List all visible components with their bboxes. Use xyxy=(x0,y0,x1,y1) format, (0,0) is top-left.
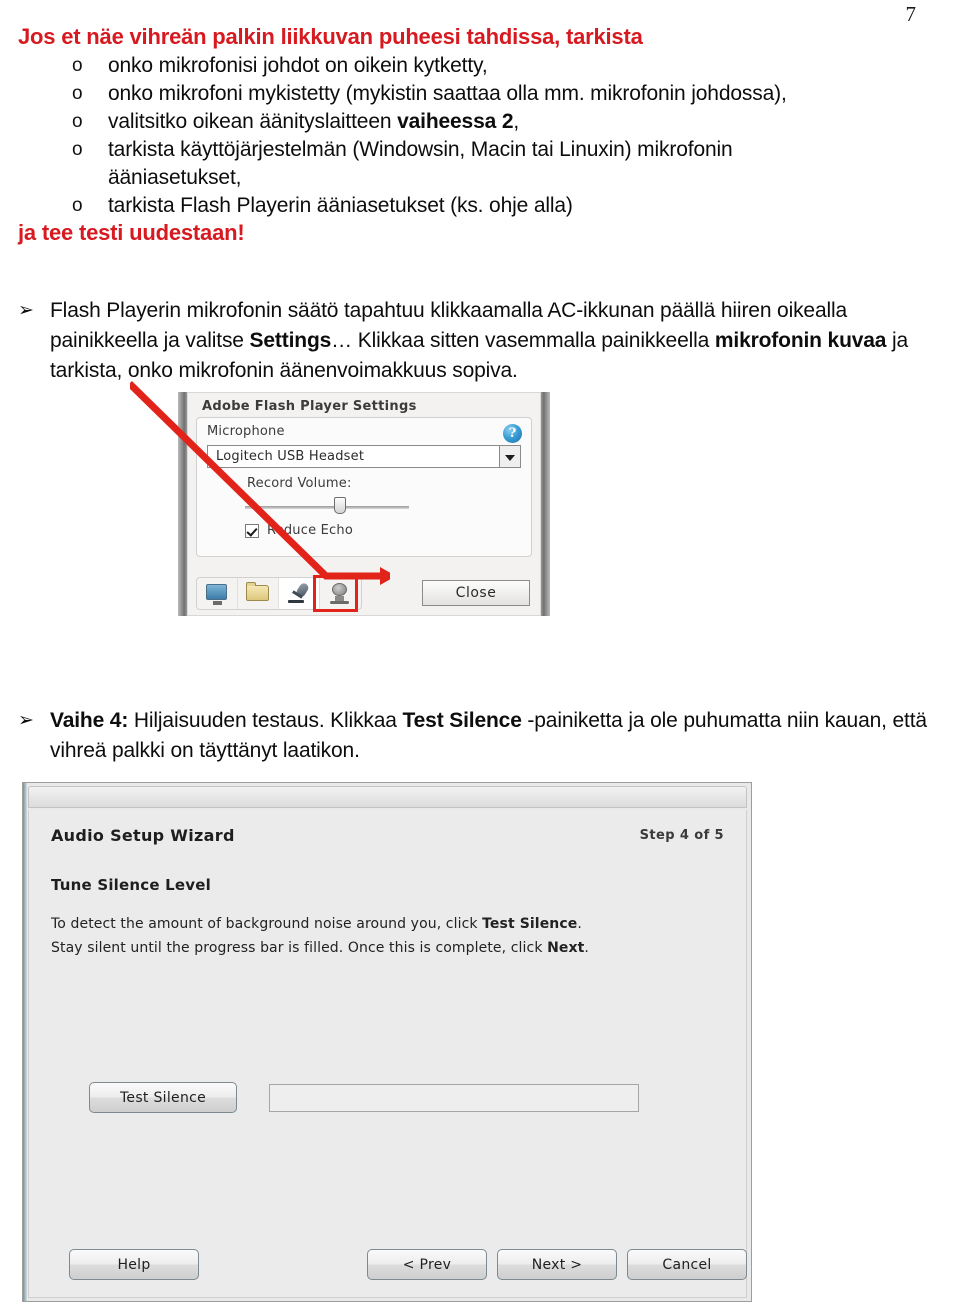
paragraph-part: Hiljaisuuden testaus. Klikkaa xyxy=(128,709,403,732)
red-heading-top: Jos et näe vihreän palkin liikkuvan puhe… xyxy=(18,24,643,49)
wizard-test-row: Test Silence xyxy=(29,1082,746,1116)
reduce-echo-row[interactable]: Reduce Echo xyxy=(245,523,521,541)
screenshot-right-edge xyxy=(541,392,550,616)
list-item-label-bold: vaiheessa 2 xyxy=(397,110,514,133)
page-number: 7 xyxy=(905,2,917,26)
record-volume-slider[interactable] xyxy=(245,497,521,515)
wizard-title-bar xyxy=(28,786,747,808)
list-item-label-prefix: valitsitko oikean äänityslaitteen xyxy=(108,110,398,133)
audio-setup-wizard-screenshot: Audio Setup Wizard Step 4 of 5 Tune Sile… xyxy=(22,782,752,1302)
paragraph-bold-mic-image: mikrofonin kuvaa xyxy=(714,329,887,352)
list-item-label: tarkista käyttöjärjestelmän (Windowsin, … xyxy=(108,138,733,161)
cancel-button[interactable]: Cancel xyxy=(627,1249,747,1280)
wizard-footer-divider xyxy=(31,1238,744,1239)
wizard-title: Audio Setup Wizard xyxy=(51,826,235,845)
help-icon[interactable]: ? xyxy=(503,424,522,443)
wizard-instruction-line-2: Stay silent until the progress bar is fi… xyxy=(29,936,746,960)
circle-bullet-icon: o xyxy=(72,55,83,76)
instruction-bold-next: Next xyxy=(547,940,585,956)
wizard-body: Audio Setup Wizard Step 4 of 5 Tune Sile… xyxy=(28,810,747,1298)
display-icon xyxy=(206,584,227,605)
microphone-device-value: Logitech USB Headset xyxy=(216,449,365,464)
flash-player-settings-screenshot: Adobe Flash Player Settings Microphone ?… xyxy=(178,392,550,616)
help-button[interactable]: Help xyxy=(69,1249,199,1280)
test-silence-button[interactable]: Test Silence xyxy=(89,1082,237,1113)
instruction-text: To detect the amount of background noise… xyxy=(51,916,483,932)
paragraph-bold-settings: Settings xyxy=(249,329,332,352)
close-button[interactable]: Close xyxy=(422,580,530,606)
screenshot-left-edge xyxy=(178,392,187,616)
wizard-footer-buttons: Help < Prev Next > Cancel xyxy=(29,1249,747,1283)
instruction-text: Stay silent until the progress bar is fi… xyxy=(51,940,548,956)
arrow-bullet-icon: ➢ xyxy=(18,710,34,731)
slider-thumb[interactable] xyxy=(334,497,346,514)
next-button[interactable]: Next > xyxy=(497,1249,617,1280)
slider-track xyxy=(245,506,409,509)
arrow-bullet-icon: ➢ xyxy=(18,300,34,321)
instruction-text: . xyxy=(577,916,582,932)
record-volume-label: Record Volume: xyxy=(247,476,352,491)
wizard-left-edge xyxy=(23,783,27,1301)
chevron-down-icon[interactable] xyxy=(499,446,520,467)
reduce-echo-label: Reduce Echo xyxy=(267,523,353,538)
paragraph-flash-settings: ➢ Flash Playerin mikrofonin säätö tapahtu… xyxy=(18,296,940,386)
list-item-continuation: ääniasetukset, xyxy=(0,164,960,192)
list-item: o valitsitko oikean äänityslaitteen vaih… xyxy=(0,108,960,136)
prev-button[interactable]: < Prev xyxy=(367,1249,487,1280)
list-item: o onko mikrofonisi johdot on oikein kytk… xyxy=(0,52,960,80)
circle-bullet-icon: o xyxy=(72,83,83,104)
paragraph-part: … Klikkaa sitten vasemmalla painikkeella xyxy=(331,329,715,352)
flash-microphone-panel: Microphone ? Logitech USB Headset Record… xyxy=(196,417,532,557)
circle-bullet-icon: o xyxy=(72,195,83,216)
local-storage-tab-icon[interactable] xyxy=(238,578,279,609)
list-item-label: onko mikrofoni mykistetty (mykistin saat… xyxy=(108,82,787,105)
red-heading-bottom: ja tee testi uudestaan! xyxy=(18,220,245,245)
list-item: o tarkista käyttöjärjestelmän (Windowsin… xyxy=(0,136,960,164)
list-item: o onko mikrofoni mykistetty (mykistin sa… xyxy=(0,80,960,108)
wizard-step-indicator: Step 4 of 5 xyxy=(639,828,724,843)
instruction-text: . xyxy=(584,940,589,956)
wizard-section-title: Tune Silence Level xyxy=(51,876,211,894)
microphone-device-select[interactable]: Logitech USB Headset xyxy=(207,445,521,468)
flash-settings-dialog: Adobe Flash Player Settings Microphone ?… xyxy=(187,392,541,616)
microphone-base xyxy=(288,600,304,603)
circle-bullet-icon: o xyxy=(72,111,83,132)
paragraph-bold-step: Vaihe 4: xyxy=(50,709,129,732)
list-item-label-suffix: , xyxy=(513,110,520,133)
checklist: o onko mikrofonisi johdot on oikein kytk… xyxy=(0,52,960,220)
silence-progress-bar xyxy=(269,1084,639,1112)
folder-icon xyxy=(246,582,269,601)
flash-dialog-footer: Close xyxy=(196,575,532,612)
circle-bullet-icon: o xyxy=(72,139,83,160)
paragraph-step-4: ➢ Vaihe 4: Hiljaisuuden testaus. Klikkaa … xyxy=(18,706,940,766)
flash-dialog-title: Adobe Flash Player Settings xyxy=(202,399,417,414)
microphone-label: Microphone xyxy=(207,424,285,439)
wizard-instruction-line-1: To detect the amount of background noise… xyxy=(29,894,746,936)
wizard-header-row: Audio Setup Wizard Step 4 of 5 xyxy=(29,810,746,852)
reduce-echo-checkbox[interactable] xyxy=(245,524,259,538)
list-item-label: tarkista Flash Playerin ääniasetukset (k… xyxy=(108,194,573,217)
list-item: o tarkista Flash Playerin ääniasetukset … xyxy=(0,192,960,220)
paragraph-bold-test-silence: Test Silence xyxy=(402,709,522,732)
list-item-label: onko mikrofonisi johdot on oikein kytket… xyxy=(108,54,488,77)
microphone-tab-highlight-box xyxy=(313,575,358,612)
instruction-bold-test-silence: Test Silence xyxy=(482,916,578,932)
list-item-label: ääniasetukset, xyxy=(108,166,242,189)
display-tab-icon[interactable] xyxy=(197,578,238,609)
